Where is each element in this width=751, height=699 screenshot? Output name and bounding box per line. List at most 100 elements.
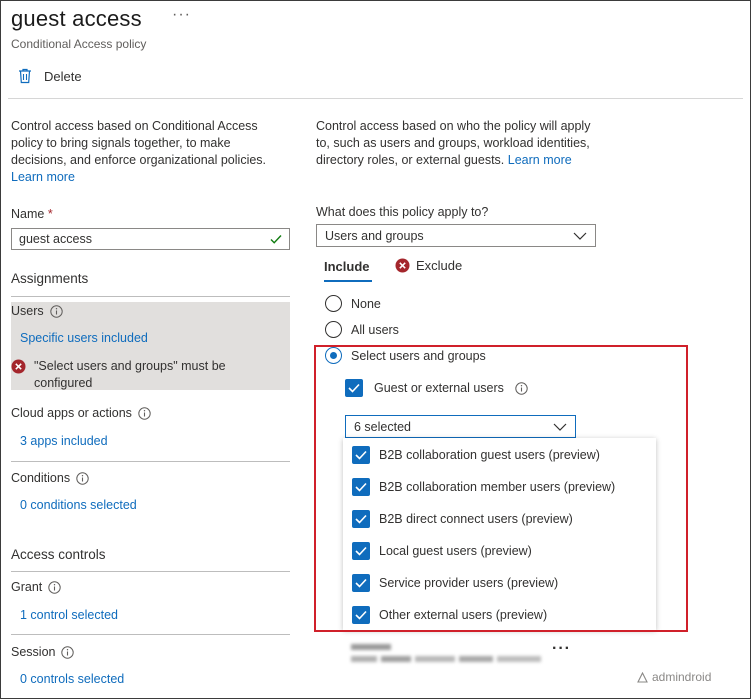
tab-include-label: Include (324, 259, 370, 274)
admindroid-logo-icon (637, 671, 648, 683)
radio-none[interactable]: None (325, 295, 381, 312)
radio-select-users-label: Select users and groups (351, 348, 486, 363)
name-label: Name * (11, 207, 53, 221)
assignments-divider (11, 296, 290, 297)
radio-select-users-circle[interactable] (325, 347, 342, 364)
option-label: Local guest users (preview) (379, 544, 532, 558)
assignments-heading: Assignments (11, 271, 89, 286)
check-icon (355, 514, 367, 524)
right-intro: Control access based on who the policy w… (316, 118, 591, 169)
option-label: Service provider users (preview) (379, 576, 559, 590)
option-label: B2B collaboration member users (preview) (379, 480, 616, 494)
page-subtitle: Conditional Access policy (11, 37, 147, 51)
tab-include-underline (324, 280, 372, 282)
checkbox-checked[interactable] (352, 606, 370, 624)
cloud-apps-divider (11, 461, 290, 462)
conditions-link[interactable]: 0 conditions selected (20, 498, 137, 512)
tab-exclude-label: Exclude (416, 258, 463, 273)
chevron-down-icon (553, 423, 567, 431)
access-controls-heading: Access controls (11, 547, 106, 562)
option-b2b-collab-member[interactable]: B2B collaboration member users (preview) (352, 478, 615, 496)
radio-all-users-label: All users (351, 322, 399, 337)
grant-divider (11, 634, 290, 635)
check-icon (355, 546, 367, 556)
chevron-down-icon (573, 232, 587, 240)
info-icon[interactable] (61, 645, 75, 659)
session-heading: Session (11, 645, 75, 659)
radio-none-label: None (351, 296, 381, 311)
session-link[interactable]: 0 controls selected (20, 672, 124, 686)
grant-heading: Grant (11, 580, 61, 594)
checkbox-checked[interactable] (352, 574, 370, 592)
option-label: Other external users (preview) (379, 608, 548, 622)
radio-all-users[interactable]: All users (325, 321, 399, 338)
radio-none-circle[interactable] (325, 295, 342, 312)
error-icon (11, 359, 26, 374)
name-input[interactable]: guest access (11, 228, 290, 250)
users-label: Users (11, 304, 44, 318)
option-local-guest[interactable]: Local guest users (preview) (352, 542, 532, 560)
name-label-text: Name (11, 207, 45, 221)
right-learn-more-link[interactable]: Learn more (508, 153, 572, 167)
guest-external-checkbox[interactable]: Guest or external users (345, 379, 528, 397)
guest-types-options-panel: B2B collaboration guest users (preview) … (343, 438, 656, 630)
conditions-label: Conditions (11, 471, 71, 485)
info-icon[interactable] (76, 471, 89, 485)
guest-types-dropdown[interactable]: 6 selected (345, 415, 576, 439)
users-heading: Users (11, 304, 63, 318)
page-title: guest access (11, 6, 142, 31)
users-error-text: "Select users and groups" must be config… (34, 359, 226, 390)
valid-check-icon (270, 235, 282, 244)
info-icon[interactable] (515, 381, 528, 395)
apply-to-dropdown[interactable]: Users and groups (316, 224, 596, 247)
delete-label: Delete (44, 68, 82, 84)
session-label: Session (11, 645, 56, 659)
option-other-external[interactable]: Other external users (preview) (352, 606, 547, 624)
left-learn-more-link[interactable]: Learn more (11, 170, 75, 184)
cloud-apps-heading: Cloud apps or actions (11, 406, 151, 420)
apply-to-value: Users and groups (325, 228, 424, 243)
radio-all-users-circle[interactable] (325, 321, 342, 338)
cloud-apps-label: Cloud apps or actions (11, 406, 132, 420)
users-error: "Select users and groups" must be config… (11, 358, 281, 392)
checkbox-checked[interactable] (352, 446, 370, 464)
checkbox-checked[interactable] (352, 510, 370, 528)
check-icon (355, 482, 367, 492)
option-label: B2B direct connect users (preview) (379, 512, 573, 526)
check-icon (355, 578, 367, 588)
apply-to-label: What does this policy apply to? (316, 205, 489, 219)
guest-types-value: 6 selected (354, 419, 411, 434)
users-link[interactable]: Specific users included (20, 331, 148, 345)
info-icon[interactable] (49, 304, 63, 318)
tab-include[interactable]: Include (324, 259, 370, 274)
tab-exclude[interactable]: Exclude (395, 258, 462, 273)
cloud-apps-link[interactable]: 3 apps included (20, 434, 108, 448)
redacted-entry (351, 644, 541, 662)
checkbox-checked[interactable] (352, 478, 370, 496)
error-icon (395, 258, 410, 273)
option-b2b-direct-connect[interactable]: B2B direct connect users (preview) (352, 510, 573, 528)
name-input-value: guest access (19, 232, 92, 246)
checkbox-checked[interactable] (345, 379, 363, 397)
info-icon[interactable] (138, 406, 151, 420)
row-more-icon[interactable]: ··· (552, 640, 571, 658)
check-icon (355, 610, 367, 620)
option-service-provider[interactable]: Service provider users (preview) (352, 574, 558, 592)
guest-external-label: Guest or external users (374, 381, 504, 395)
conditions-heading: Conditions (11, 471, 89, 485)
check-icon (355, 450, 367, 460)
delete-button[interactable]: Delete (18, 68, 82, 84)
radio-select-users[interactable]: Select users and groups (325, 347, 486, 364)
ellipsis-icon[interactable]: ··· (172, 6, 191, 24)
left-intro-text: Control access based on Conditional Acce… (11, 119, 267, 167)
grant-label: Grant (11, 580, 43, 594)
info-icon[interactable] (48, 580, 61, 594)
left-intro: Control access based on Conditional Acce… (11, 118, 281, 186)
grant-link[interactable]: 1 control selected (20, 608, 118, 622)
toolbar-divider (8, 98, 743, 99)
watermark: admindroid (637, 670, 711, 684)
trash-icon (19, 68, 31, 84)
checkbox-checked[interactable] (352, 542, 370, 560)
option-b2b-collab-guest[interactable]: B2B collaboration guest users (preview) (352, 446, 600, 464)
access-controls-divider (11, 571, 290, 572)
